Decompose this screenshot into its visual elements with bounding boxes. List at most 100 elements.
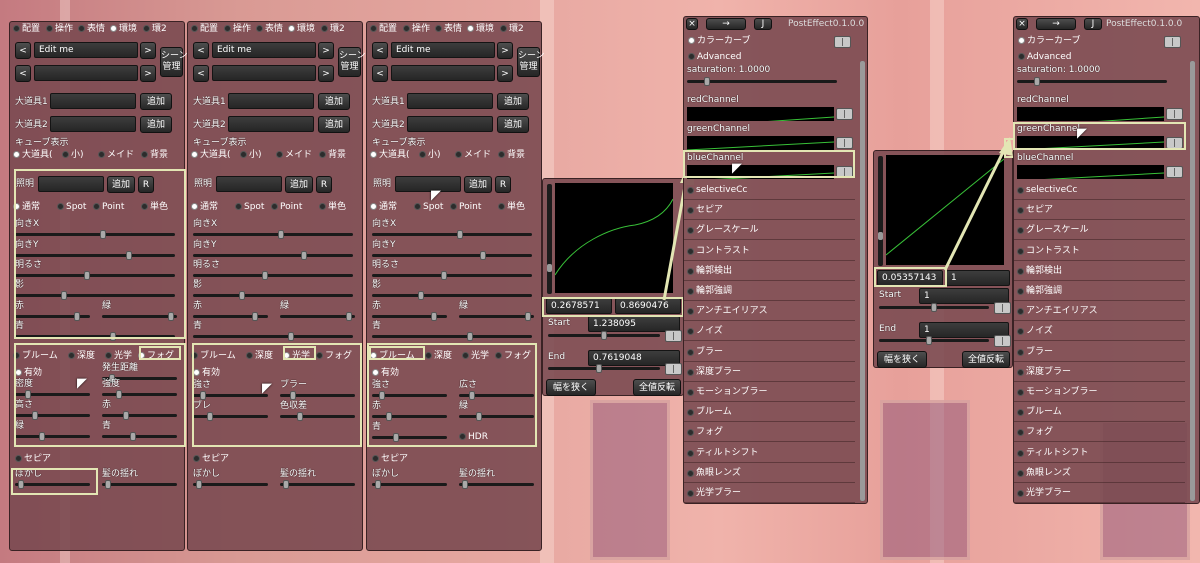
scene-name-field[interactable]: Edit me (34, 42, 138, 58)
room-field[interactable] (391, 65, 495, 81)
light-slider-1[interactable] (193, 251, 353, 260)
light-slider-3-thumb[interactable] (61, 291, 67, 300)
light-slider-4[interactable] (372, 312, 447, 321)
arrow-button[interactable]: → (1036, 18, 1076, 30)
tab-environment2[interactable]: 環2 (143, 24, 167, 35)
narrow-button[interactable]: 幅を狭く (877, 351, 927, 368)
prop2-field[interactable] (407, 116, 493, 132)
curve-vertical-thumb[interactable] (878, 232, 883, 240)
effect-slider-2[interactable] (372, 412, 447, 421)
effect-item-0[interactable]: selectiveCc (684, 181, 855, 200)
effect-slider-4[interactable] (102, 411, 177, 420)
effect-item-7[interactable]: ノイズ (1014, 322, 1185, 342)
cube-option-3[interactable]: 背景 (498, 150, 525, 161)
posteffect-scroll-thumb[interactable] (1190, 61, 1195, 501)
effect-enable-checkbox[interactable]: 有効 (372, 368, 399, 379)
light-slider-1-thumb[interactable] (480, 251, 486, 260)
light-reset-button[interactable]: R (495, 176, 511, 193)
red-channel-toggle[interactable]: | (1166, 108, 1183, 120)
effect-item-3[interactable]: コントラスト (684, 242, 855, 261)
effect-item-9[interactable]: 深度ブラー (684, 363, 855, 382)
tab-environment2[interactable]: 環2 (500, 24, 524, 35)
blur-slider[interactable] (193, 480, 268, 489)
light-field[interactable] (395, 176, 461, 192)
light-slider-5-thumb[interactable] (525, 312, 531, 321)
next-room-button[interactable]: > (318, 65, 334, 82)
effect-slider-0[interactable] (193, 391, 268, 400)
prop2-field[interactable] (228, 116, 314, 132)
hair-slider[interactable] (280, 480, 355, 489)
prev-room-button[interactable]: < (193, 65, 209, 82)
light-slider-3[interactable] (193, 291, 353, 300)
next-scene-button[interactable]: > (140, 42, 156, 59)
light-slider-2[interactable] (193, 271, 353, 280)
next-scene-button[interactable]: > (318, 42, 334, 59)
effect-slider-2-thumb[interactable] (207, 412, 213, 421)
effect-slider-1[interactable] (15, 390, 90, 399)
light-mode-1[interactable]: Spot (414, 202, 443, 213)
cube-option-3[interactable]: 背景 (141, 150, 168, 161)
invert-all-button[interactable]: 全値反転 (633, 379, 681, 396)
light-mode-2[interactable]: Point (93, 202, 124, 213)
prev-room-button[interactable]: < (15, 65, 31, 82)
cube-option-2[interactable]: メイド (98, 150, 134, 161)
effect-item-8[interactable]: ブラー (1014, 343, 1185, 362)
effect-item-2[interactable]: グレースケール (684, 221, 855, 241)
curve-vertical-slider[interactable] (547, 184, 552, 294)
effect-slider-3-thumb[interactable] (297, 412, 303, 421)
effect-tab-1[interactable]: 深度 (246, 351, 273, 362)
effect-slider-1-thumb[interactable] (25, 390, 31, 399)
prev-scene-button[interactable]: < (15, 42, 31, 59)
tab-environment[interactable]: 環境 (110, 24, 137, 35)
scene-manage-button[interactable]: シーン 管理 (338, 47, 366, 77)
light-slider-4[interactable] (15, 312, 90, 321)
light-mode-3[interactable]: 単色 (319, 202, 346, 213)
effect-item-11[interactable]: ブルーム (1014, 403, 1185, 423)
next-room-button[interactable]: > (140, 65, 156, 82)
blue-channel-curve[interactable] (1016, 165, 1165, 182)
prop1-field[interactable] (50, 93, 136, 109)
red-channel-curve[interactable] (686, 107, 835, 128)
tab-environment2[interactable]: 環2 (321, 24, 345, 35)
effect-item-15[interactable]: 光学ブラー (684, 484, 855, 503)
saturation-slider[interactable] (687, 77, 837, 86)
hair-slider[interactable] (459, 480, 534, 489)
effect-item-5[interactable]: 輪郭強調 (684, 282, 855, 301)
blur-slider-thumb[interactable] (196, 480, 202, 489)
curve-vertical-slider[interactable] (878, 156, 883, 266)
effect-slider-2[interactable] (102, 390, 177, 399)
cube-option-1[interactable]: 小) (419, 150, 441, 161)
prop2-add-button[interactable]: 追加 (497, 116, 529, 133)
prop2-add-button[interactable]: 追加 (318, 116, 350, 133)
light-slider-2-thumb[interactable] (441, 271, 447, 280)
tab-placement[interactable]: 配置 (191, 24, 218, 35)
curve-value1-field[interactable]: 0.05357143 (877, 270, 943, 286)
light-slider-5[interactable] (102, 312, 177, 321)
effect-slider-3[interactable] (15, 411, 90, 420)
tab-operation[interactable]: 操作 (224, 24, 251, 35)
light-slider-2[interactable] (15, 271, 175, 280)
curve-value2-field[interactable]: 0.8690476 (615, 298, 681, 314)
start-toggle[interactable]: | (665, 330, 682, 342)
sepia-checkbox[interactable]: セピア (15, 454, 51, 465)
tab-placement[interactable]: 配置 (13, 24, 40, 35)
light-mode-2[interactable]: Point (450, 202, 481, 213)
light-slider-0-thumb[interactable] (278, 230, 284, 239)
effect-item-10[interactable]: モーションブラー (1014, 383, 1185, 402)
scene-name-field[interactable]: Edit me (212, 42, 316, 58)
light-mode-0[interactable]: 通常 (13, 202, 40, 213)
effect-enable-checkbox[interactable]: 有効 (15, 368, 42, 379)
prev-scene-button[interactable]: < (372, 42, 388, 59)
effect-item-5[interactable]: 輪郭強調 (1014, 282, 1185, 301)
tab-expression[interactable]: 表情 (256, 24, 283, 35)
curve-value2-field[interactable]: 1 (946, 270, 1010, 286)
j-button[interactable]: J (1084, 18, 1102, 30)
light-slider-1[interactable] (15, 251, 175, 260)
effect-slider-6-thumb[interactable] (130, 432, 136, 441)
light-slider-5[interactable] (280, 312, 355, 321)
effect-slider-4[interactable] (372, 433, 447, 442)
cube-option-2[interactable]: メイド (455, 150, 491, 161)
effect-item-10[interactable]: モーションブラー (684, 383, 855, 402)
effect-item-2[interactable]: グレースケール (1014, 221, 1185, 241)
color-curve-toggle[interactable]: | (1164, 36, 1181, 48)
